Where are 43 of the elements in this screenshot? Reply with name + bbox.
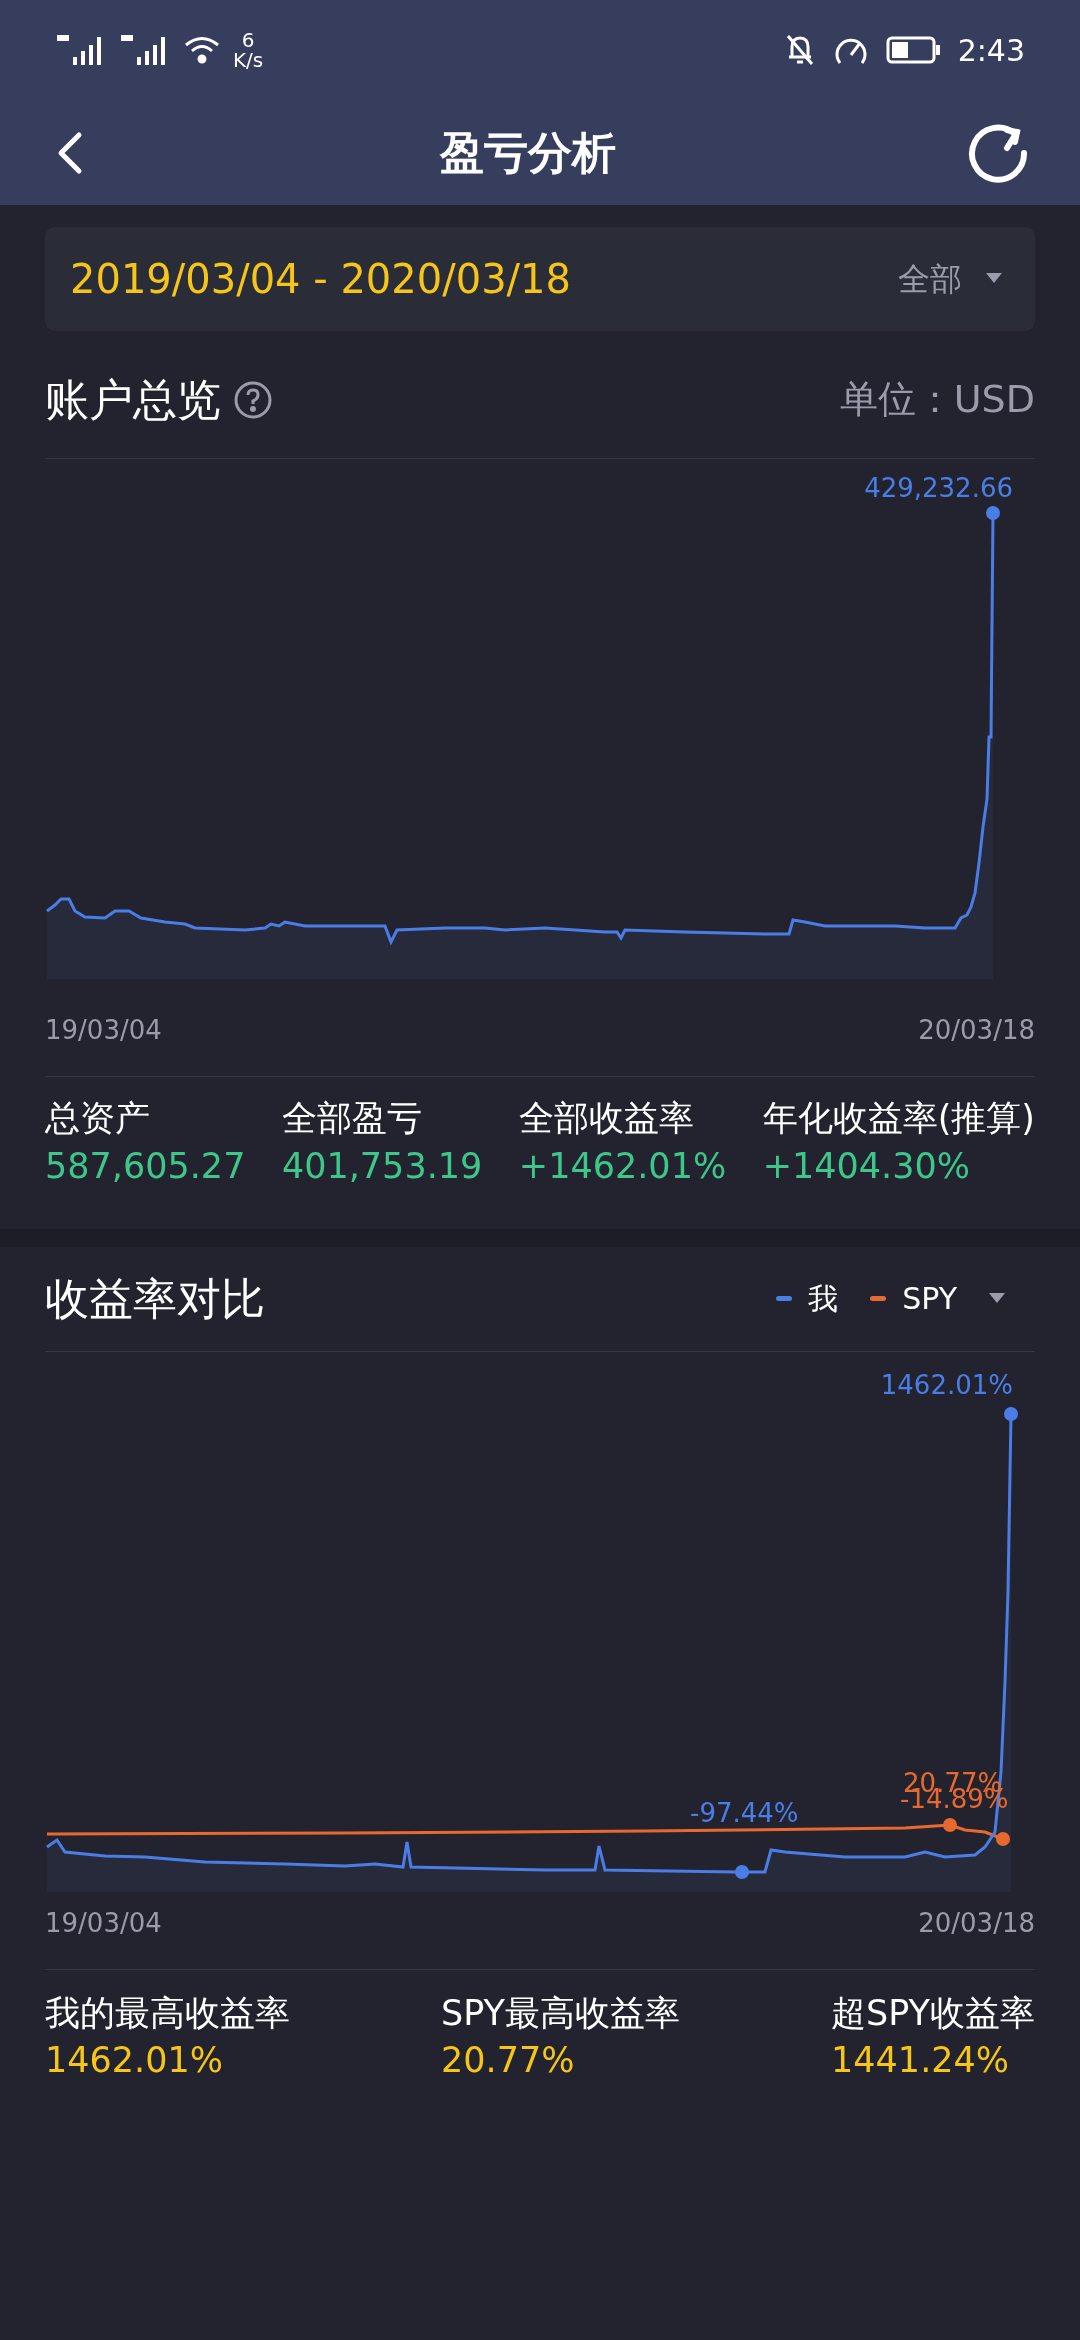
date-range: 2019/03/04 - 2020/03/18 bbox=[70, 255, 571, 304]
section-title: 账户总览 bbox=[45, 372, 221, 427]
stat-label: 全部收益率 bbox=[518, 1097, 695, 1140]
stat-value: 20.77% bbox=[441, 2039, 576, 2083]
speed-unit: K/s bbox=[233, 50, 264, 70]
axis-label: 20/03/18 bbox=[918, 1014, 1035, 1047]
chart-point bbox=[1004, 1406, 1018, 1421]
chart-point bbox=[986, 506, 1000, 520]
section-title: 收益率对比 bbox=[45, 1271, 265, 1326]
stat-label: 我的最高收益率 bbox=[45, 1991, 290, 2035]
chart-point bbox=[996, 1831, 1010, 1846]
axis-label: 20/03/18 bbox=[918, 1906, 1035, 1940]
peak-value-label: 429,232.66 bbox=[864, 475, 1013, 501]
stat-value: 587,605.27 bbox=[45, 1144, 246, 1188]
stat-label: 超SPY收益率 bbox=[831, 1991, 1035, 2035]
unit-label: 单位：USD bbox=[839, 376, 1035, 423]
caret-icon bbox=[986, 273, 1002, 285]
stat-value: +1462.01% bbox=[518, 1144, 727, 1188]
wifi-icon bbox=[183, 35, 221, 65]
legend-label: SPY bbox=[902, 1280, 957, 1318]
stat-value: 401,753.19 bbox=[281, 1144, 483, 1188]
stat-label: 全部盈亏 bbox=[281, 1097, 423, 1140]
axis-label: 19/03/04 bbox=[45, 1014, 162, 1047]
legend-label: 我 bbox=[808, 1280, 839, 1318]
stat-label: 总资产 bbox=[45, 1097, 151, 1140]
chart-point bbox=[943, 1817, 957, 1832]
point-value-label: -97.44% bbox=[690, 1799, 799, 1826]
stat-label: 年化收益率(推算) bbox=[762, 1097, 1035, 1140]
range-filter: 全部 bbox=[898, 259, 962, 300]
stat-value: +1404.30% bbox=[762, 1144, 971, 1188]
date-range-bar[interactable]: 2019/03/04 - 2020/03/18 全部 bbox=[45, 227, 1035, 331]
chart-point bbox=[735, 1864, 749, 1879]
stat-value: 1441.24% bbox=[831, 2039, 1011, 2083]
clock-time: 2:43 bbox=[957, 31, 1025, 70]
help-icon[interactable] bbox=[233, 379, 273, 420]
point-value-label: 1462.01% bbox=[880, 1371, 1013, 1398]
page-title: 盈亏分析 bbox=[440, 125, 616, 180]
battery-icon bbox=[885, 36, 942, 64]
speed-value: 6 bbox=[241, 30, 255, 50]
axis-label: 19/03/04 bbox=[45, 1906, 162, 1940]
caret-icon[interactable] bbox=[989, 1292, 1005, 1305]
stat-label: SPY最高收益率 bbox=[441, 1991, 680, 2035]
stat-value: 1462.01% bbox=[45, 2039, 224, 2083]
